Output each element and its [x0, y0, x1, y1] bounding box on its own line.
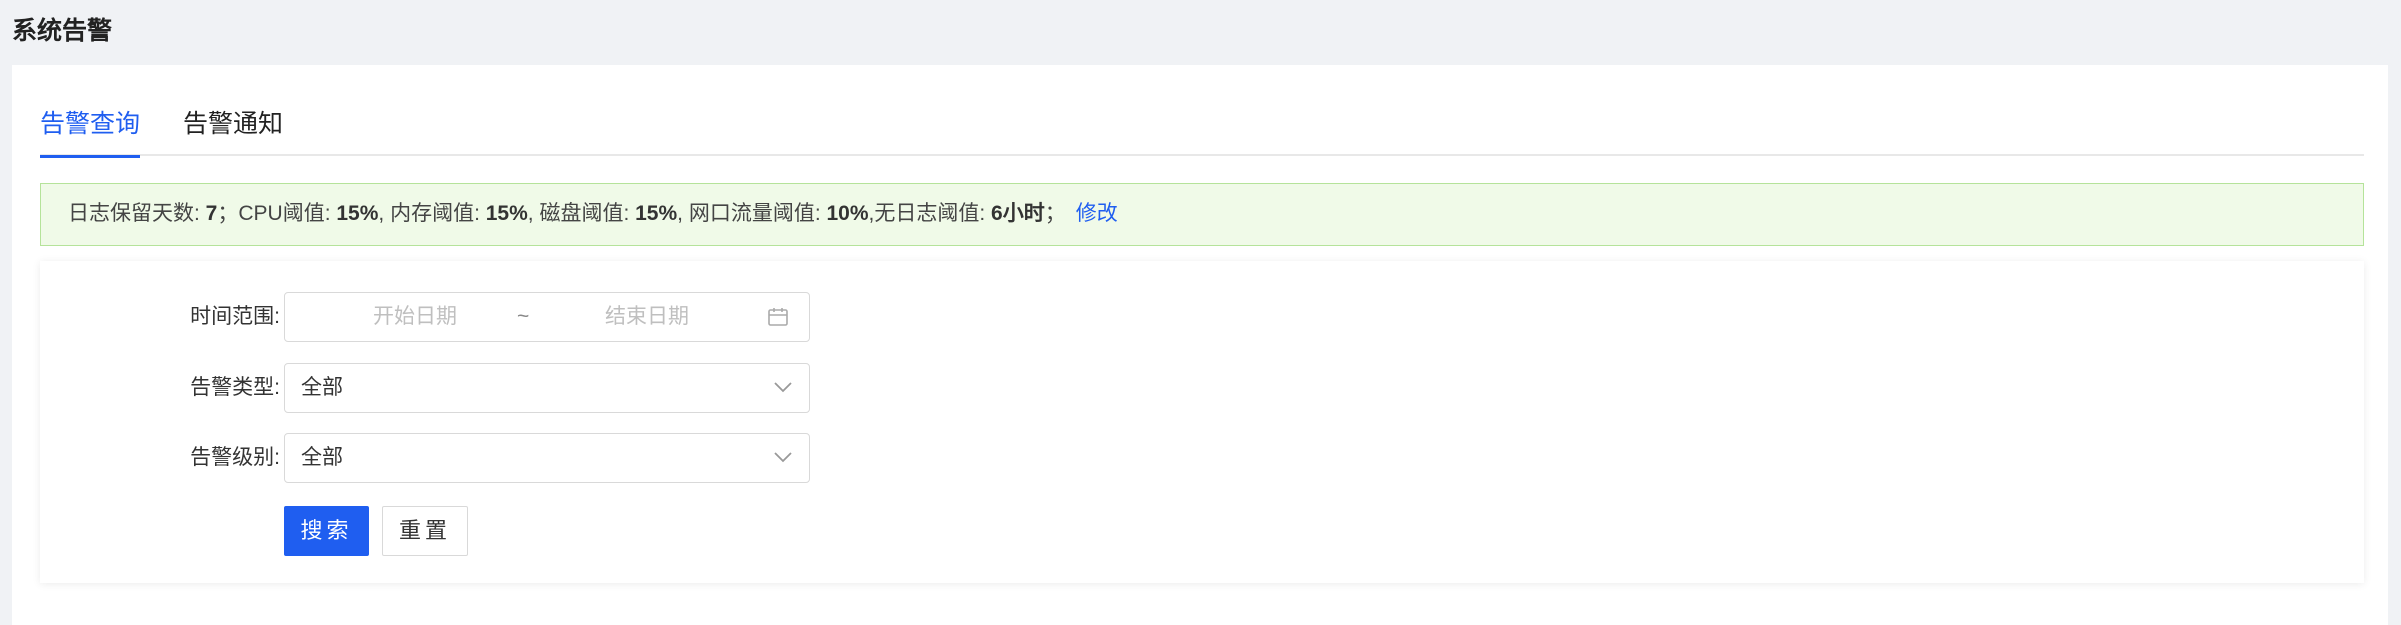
edit-threshold-link[interactable]: 修改 [1076, 202, 1118, 225]
calendar-icon [768, 308, 788, 326]
mem-value: 15% [485, 202, 528, 225]
mem-label: , 内存阈值: [378, 202, 486, 225]
notice-end-separator: ； [1044, 202, 1066, 225]
action-row: 搜索 重置 [40, 506, 840, 556]
nolog-value: 6小时 [991, 202, 1045, 225]
range-separator: ~ [517, 305, 530, 328]
date-range-picker[interactable]: 开始日期 ~ 结束日期 [284, 292, 810, 342]
main-card: 告警查询 告警通知 日志保留天数: 7；CPU阈值: 15%, 内存阈值: 15… [12, 65, 2388, 625]
disk-label: , 磁盘阈值: [527, 202, 636, 225]
reset-button[interactable]: 重置 [382, 506, 468, 556]
alert-type-row: 告警类型: 全部 [40, 363, 840, 413]
alert-level-row: 告警级别: 全部 [40, 433, 840, 483]
end-date-input[interactable]: 结束日期 [547, 293, 747, 340]
alert-type-select[interactable]: 全部 [284, 363, 810, 413]
alert-level-select[interactable]: 全部 [284, 433, 810, 483]
tab-bar: 告警查询 告警通知 [40, 101, 2364, 158]
filter-panel: 时间范围: 开始日期 ~ 结束日期 告警类型: 全部 告警级别: 全部 搜索 重… [40, 261, 2364, 583]
page-title: 系统告警 [12, 17, 113, 45]
log-days-value: 7 [205, 202, 218, 225]
chevron-down-icon [774, 452, 792, 463]
threshold-notice: 日志保留天数: 7；CPU阈值: 15%, 内存阈值: 15%, 磁盘阈值: 1… [40, 183, 2364, 246]
alert-type-value: 全部 [301, 376, 343, 399]
tab-alert-query[interactable]: 告警查询 [40, 101, 141, 158]
alert-level-label: 告警级别: [190, 446, 280, 469]
cpu-value: 15% [336, 202, 379, 225]
time-range-label: 时间范围: [190, 305, 280, 328]
chevron-down-icon [774, 382, 792, 393]
net-label: , 网口流量阈值: [677, 202, 827, 225]
tab-alert-notification[interactable]: 告警通知 [183, 101, 283, 156]
alert-type-label: 告警类型: [190, 376, 280, 399]
time-range-row: 时间范围: 开始日期 ~ 结束日期 [40, 292, 840, 342]
start-date-input[interactable]: 开始日期 [315, 293, 515, 340]
log-days-label: 日志保留天数: [68, 202, 206, 225]
cpu-label: ；CPU阈值: [217, 202, 337, 225]
disk-value: 15% [635, 202, 678, 225]
alert-level-value: 全部 [301, 446, 343, 469]
net-value: 10% [826, 202, 869, 225]
search-button[interactable]: 搜索 [284, 506, 369, 556]
nolog-label: ,无日志阈值: [868, 202, 992, 225]
